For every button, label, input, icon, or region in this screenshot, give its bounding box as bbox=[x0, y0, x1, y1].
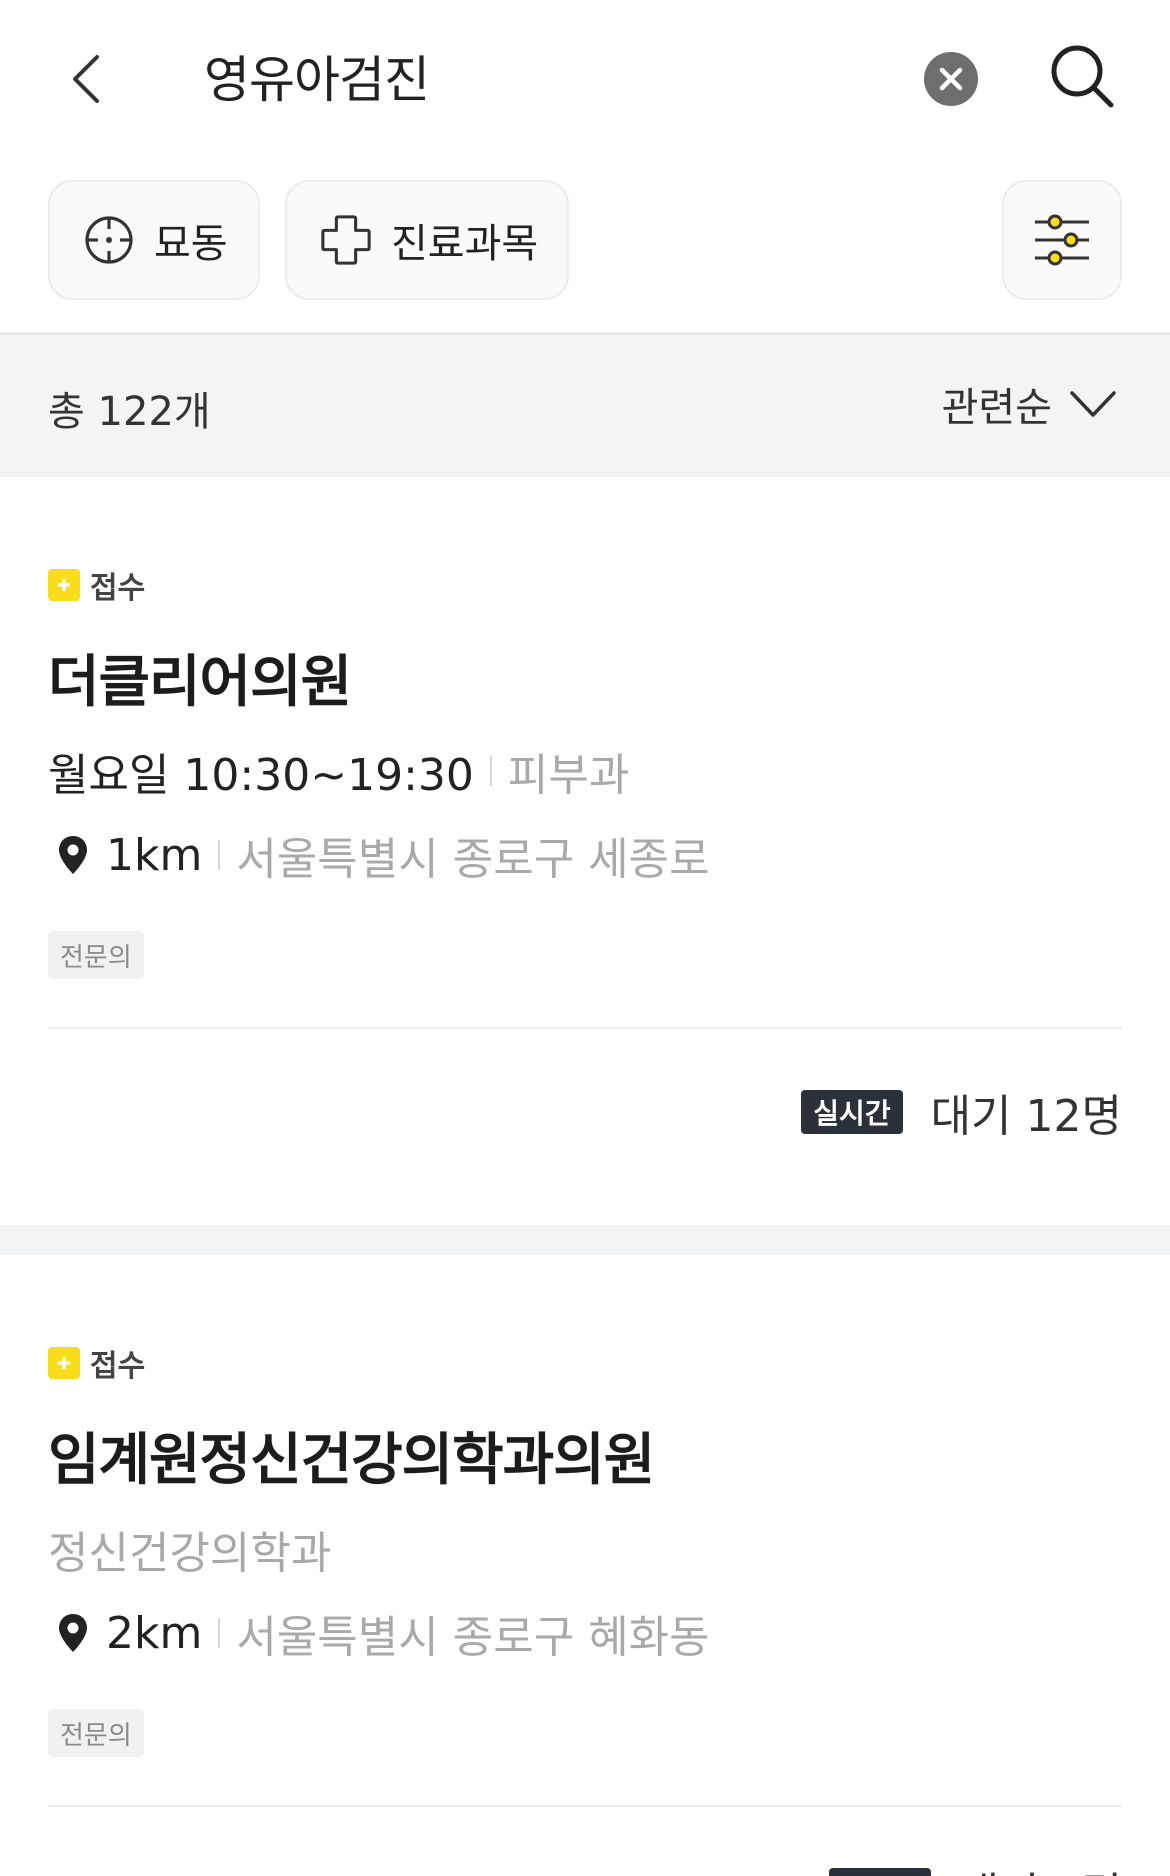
card-divider bbox=[48, 1805, 1122, 1807]
clinic-location-row: 2km 서울특별시 종로구 혜화동 bbox=[48, 1601, 710, 1665]
close-icon bbox=[939, 67, 963, 91]
specialist-tag: 전문의 bbox=[48, 931, 144, 979]
reception-badge-text: 접수 bbox=[90, 1349, 146, 1384]
reception-badge: 접수 bbox=[48, 563, 145, 607]
wait-status-row: 실시간 대기 12명 bbox=[801, 1080, 1122, 1144]
separator bbox=[489, 756, 492, 786]
chevron-down-icon bbox=[1068, 386, 1118, 422]
filter-bar: 묘동 진료과목 bbox=[0, 180, 1170, 300]
location-filter-label: 묘동 bbox=[154, 221, 228, 267]
search-query-text[interactable]: 영유아검진 bbox=[204, 40, 430, 112]
department-filter-label: 진료과목 bbox=[391, 221, 539, 267]
clinic-hours: 월요일 10:30~19:30 bbox=[48, 750, 474, 801]
map-pin-icon bbox=[48, 830, 98, 880]
total-count: 총 122개 bbox=[48, 389, 211, 435]
wait-status-row: 실시간 대기 2명 bbox=[829, 1858, 1122, 1876]
clinic-name: 더클리어의원 bbox=[48, 650, 352, 715]
clinic-department: 피부과 bbox=[507, 750, 630, 801]
realtime-badge: 실시간 bbox=[801, 1090, 903, 1134]
separator bbox=[218, 840, 221, 870]
clinic-card[interactable]: 접수 더클리어의원 월요일 10:30~19:30 피부과 1km 서울특별시 … bbox=[0, 477, 1170, 1225]
search-header: 영유아검진 bbox=[0, 0, 1170, 156]
clinic-location-row: 1km 서울특별시 종로구 세종로 bbox=[48, 823, 710, 887]
filter-settings-button[interactable] bbox=[1002, 180, 1122, 300]
crosshair-icon bbox=[82, 213, 136, 267]
separator bbox=[218, 1618, 221, 1648]
wait-count: 대기 2명 bbox=[959, 1858, 1122, 1876]
specialist-tag: 전문의 bbox=[48, 1709, 144, 1757]
department-filter-chip[interactable]: 진료과목 bbox=[285, 180, 569, 300]
reception-badge: 접수 bbox=[48, 1341, 145, 1385]
plus-icon bbox=[48, 569, 80, 601]
clinic-distance: 1km bbox=[106, 829, 203, 881]
search-button[interactable] bbox=[1046, 40, 1118, 112]
realtime-badge: 실시간 bbox=[829, 1868, 931, 1876]
result-summary-bar: 총 122개 관련순 bbox=[0, 335, 1170, 477]
search-icon bbox=[1051, 45, 1114, 108]
chevron-left-icon bbox=[73, 55, 99, 103]
sort-label: 관련순 bbox=[941, 385, 1052, 431]
card-divider bbox=[48, 1027, 1122, 1029]
clinic-department-row: 정신건강의학과 bbox=[48, 1517, 331, 1581]
map-pin-icon bbox=[48, 1608, 98, 1658]
clinic-card[interactable]: 접수 임계원정신건강의학과의원 정신건강의학과 2km 서울특별시 종로구 혜화… bbox=[0, 1255, 1170, 1876]
location-filter-chip[interactable]: 묘동 bbox=[48, 180, 260, 300]
clear-search-button[interactable] bbox=[924, 52, 978, 106]
clinic-hours-row: 월요일 10:30~19:30 피부과 bbox=[48, 739, 629, 803]
clinic-name: 임계원정신건강의학과의원 bbox=[48, 1428, 655, 1493]
clinic-distance: 2km bbox=[106, 1607, 203, 1659]
clinic-address: 서울특별시 종로구 혜화동 bbox=[236, 1612, 710, 1663]
clinic-department: 정신건강의학과 bbox=[48, 1528, 332, 1579]
plus-icon bbox=[48, 1347, 80, 1379]
sort-dropdown[interactable]: 관련순 bbox=[942, 375, 1118, 433]
reception-badge-text: 접수 bbox=[90, 571, 146, 606]
clinic-address: 서울특별시 종로구 세종로 bbox=[236, 834, 710, 885]
back-button[interactable] bbox=[56, 44, 116, 114]
wait-count: 대기 12명 bbox=[930, 1091, 1122, 1142]
card-separator bbox=[0, 1225, 1170, 1255]
sliders-icon bbox=[1035, 214, 1089, 266]
medical-cross-icon bbox=[319, 213, 373, 267]
